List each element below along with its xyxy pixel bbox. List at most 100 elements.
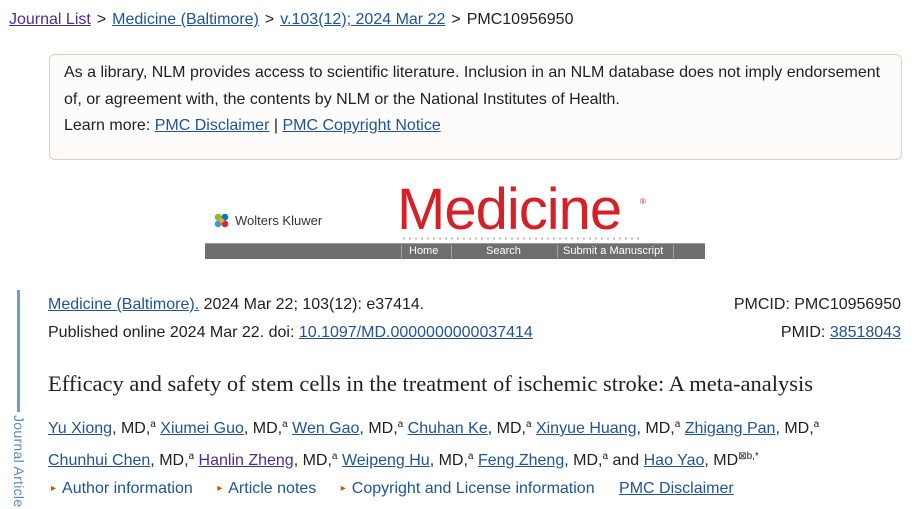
- breadcrumb-separator: >: [264, 11, 275, 28]
- author-degree: , MD,: [564, 451, 603, 469]
- sidebar-accent-line: [17, 290, 20, 412]
- copyright-license-toggle[interactable]: ▸ Copyright and License information: [341, 480, 595, 497]
- pmid-link[interactable]: 38518043: [830, 324, 901, 341]
- author-degree: , MD,: [150, 451, 189, 469]
- author-link[interactable]: Yu Xiong: [48, 420, 112, 437]
- author-degree: , MD,: [359, 420, 398, 437]
- author-entry: Zhigang Pan, MD,a: [685, 419, 820, 437]
- author-degree: , MD,: [112, 420, 151, 437]
- author-affiliation[interactable]: a: [189, 451, 195, 462]
- disclaimer-text: As a library, NLM provides access to sci…: [64, 64, 881, 108]
- pmc-disclaimer-bottom-link[interactable]: PMC Disclaimer: [619, 480, 734, 497]
- pmcid: PMCID: PMC10956950: [733, 296, 901, 313]
- doi-link[interactable]: 10.1097/MD.0000000000037414: [299, 324, 533, 341]
- breadcrumb-separator: >: [451, 11, 461, 28]
- link-divider: |: [273, 117, 278, 134]
- author-degree: , MD,: [775, 420, 814, 437]
- author-affiliation[interactable]: a: [332, 451, 338, 462]
- pmc-copyright-link[interactable]: PMC Copyright Notice: [282, 117, 440, 134]
- published-prefix: Published online 2024 Mar 22. doi:: [48, 323, 299, 341]
- author-affiliation[interactable]: a: [675, 419, 681, 430]
- breadcrumb-issue[interactable]: v.103(12); 2024 Mar 22: [280, 11, 445, 28]
- author-degree: , MD,: [293, 451, 332, 469]
- author-link[interactable]: Xinyue Huang: [536, 420, 637, 437]
- article-info-row: ▸ Author information ▸ Article notes ▸ Copy…: [51, 480, 734, 498]
- author-entry: Weipeng Hu, MD,a: [342, 451, 474, 469]
- author-entry: Hao Yao, MD⊠b,*: [644, 451, 759, 469]
- nav-submit-manuscript[interactable]: Submit a Manuscript: [563, 244, 663, 259]
- author-affiliation[interactable]: ⊠b,*: [738, 451, 759, 462]
- citation-block: Medicine (Baltimore). 2024 Mar 22; 103(1…: [48, 291, 533, 346]
- author-degree: , MD,: [429, 451, 468, 469]
- author-link[interactable]: Wen Gao: [292, 420, 359, 437]
- toggle-label: Copyright and License information: [351, 480, 595, 497]
- author-link[interactable]: Chunhui Chen: [48, 452, 150, 469]
- author-degree: , MD,: [243, 420, 283, 437]
- breadcrumb-journal[interactable]: Medicine (Baltimore): [112, 11, 259, 28]
- nav-divider: [451, 245, 452, 258]
- learn-more-label: Learn more:: [64, 117, 151, 134]
- author-list: Yu Xiong, MD,a Xiumei Guo, MD,a Wen Gao,…: [48, 411, 908, 474]
- author-affiliation[interactable]: a: [398, 419, 404, 430]
- pmid-label: PMID:: [780, 323, 830, 341]
- author-link[interactable]: Zhigang Pan: [685, 420, 776, 437]
- author-affiliation[interactable]: a: [602, 451, 608, 462]
- registered-mark: ®: [640, 197, 646, 206]
- author-entry: Feng Zheng, MD,a: [478, 451, 608, 469]
- nlm-disclaimer-box: As a library, NLM provides access to sci…: [49, 54, 902, 160]
- author-entry: Chunhui Chen, MD,a: [48, 451, 195, 469]
- nav-search[interactable]: Search: [486, 244, 521, 259]
- author-entry: Xiumei Guo, MD,a: [160, 419, 288, 437]
- author-entry: Yu Xiong, MD,a: [48, 419, 156, 437]
- author-degree: , MD,: [636, 420, 675, 437]
- nav-home[interactable]: Home: [409, 244, 438, 259]
- author-link[interactable]: Xiumei Guo: [160, 420, 244, 437]
- author-link[interactable]: Chuhan Ke: [408, 420, 488, 437]
- citation-line: Medicine (Baltimore). 2024 Mar 22; 103(1…: [48, 291, 533, 319]
- learn-more-line: Learn more: PMC Disclaimer | PMC Copyrig…: [64, 113, 887, 140]
- author-entry: Hanlin Zheng, MD,a: [199, 451, 338, 469]
- author-link[interactable]: Weipeng Hu: [342, 452, 430, 469]
- author-affiliation[interactable]: a: [150, 419, 156, 430]
- toggle-label: Author information: [62, 480, 193, 497]
- article-notes-toggle[interactable]: ▸ Article notes: [217, 480, 316, 497]
- author-link[interactable]: Hao Yao: [644, 452, 705, 469]
- logo-dot-rule: [401, 237, 641, 240]
- wolters-kluwer-icon: [214, 213, 229, 228]
- nav-divider: [673, 245, 674, 258]
- breadcrumb: Journal List > Medicine (Baltimore) > v.103(…: [9, 11, 573, 29]
- author-degree: , MD,: [487, 420, 526, 437]
- toggle-label: Article notes: [228, 480, 317, 497]
- triangle-right-icon: ▸: [217, 483, 223, 494]
- article-title: Efficacy and safety of stem cells in the…: [48, 371, 813, 396]
- breadcrumb-journal-list[interactable]: Journal List: [9, 11, 91, 28]
- authors-and: and: [612, 451, 640, 469]
- author-affiliation[interactable]: a: [282, 419, 288, 430]
- triangle-right-icon: ▸: [51, 483, 57, 494]
- identifier-block: PMCID: PMC10956950 PMID: 38518043: [734, 291, 901, 346]
- banner-nav: Home Search Submit a Manuscript: [205, 243, 705, 259]
- pmid-line: PMID: 38518043: [734, 319, 901, 347]
- breadcrumb-separator: >: [96, 11, 107, 28]
- wolters-kluwer-logo[interactable]: Wolters Kluwer: [213, 212, 322, 229]
- author-affiliation[interactable]: a: [526, 419, 532, 430]
- author-link[interactable]: Feng Zheng: [478, 452, 564, 469]
- publisher-name: Wolters Kluwer: [235, 213, 323, 228]
- citation-date-volume: 2024 Mar 22; 103(12): e37414.: [199, 296, 425, 313]
- medicine-logo[interactable]: Medicine: [397, 179, 622, 241]
- breadcrumb-current: PMC10956950: [466, 11, 574, 28]
- author-entry: Wen Gao, MD,a: [292, 419, 404, 437]
- author-affiliation[interactable]: a: [814, 419, 820, 430]
- triangle-right-icon: ▸: [340, 483, 346, 494]
- author-entry: Xinyue Huang, MD,a: [536, 419, 681, 437]
- author-link[interactable]: Hanlin Zheng: [199, 452, 294, 469]
- journal-article-tab[interactable]: Journal Article: [11, 415, 27, 507]
- author-information-toggle[interactable]: ▸ Author information: [51, 480, 193, 497]
- author-degree: , MD: [704, 451, 739, 469]
- nav-divider: [557, 245, 558, 258]
- author-entry: Chuhan Ke, MD,a: [408, 419, 532, 437]
- pmc-disclaimer-link[interactable]: PMC Disclaimer: [155, 117, 270, 134]
- journal-link[interactable]: Medicine (Baltimore).: [48, 296, 199, 313]
- author-affiliation[interactable]: a: [468, 451, 474, 462]
- journal-banner[interactable]: Wolters Kluwer Medicine ® Home Search Su…: [205, 179, 705, 259]
